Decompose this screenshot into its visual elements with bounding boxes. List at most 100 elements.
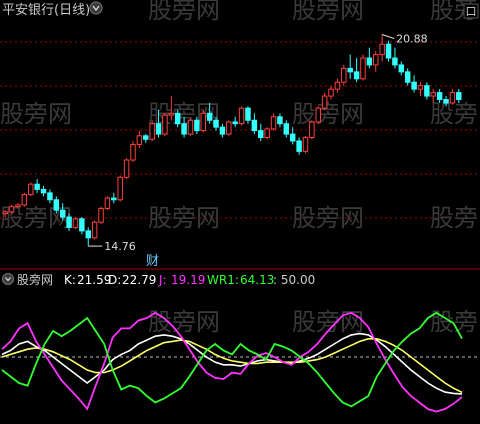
candle-body bbox=[373, 54, 379, 66]
candle[interactable] bbox=[143, 134, 149, 143]
candle-body bbox=[245, 107, 251, 121]
candle[interactable] bbox=[72, 217, 79, 230]
indicator-lines[interactable] bbox=[1, 311, 463, 413]
candle[interactable] bbox=[226, 120, 232, 136]
candle[interactable] bbox=[328, 85, 334, 100]
candle-body bbox=[194, 119, 200, 132]
candle[interactable] bbox=[392, 47, 398, 69]
high-price-label: 20.88 bbox=[396, 33, 428, 46]
indicator-panel[interactable]: 股旁网股旁网股旁网 股旁网 K: 21.59 D: 22.79 J: 19.19… bbox=[0, 272, 480, 413]
candle[interactable] bbox=[353, 58, 360, 83]
candle-body bbox=[341, 67, 347, 83]
candle[interactable] bbox=[283, 120, 290, 138]
collapse-button[interactable] bbox=[89, 1, 103, 15]
candle[interactable] bbox=[334, 78, 341, 93]
candle[interactable] bbox=[360, 54, 366, 81]
candle-body bbox=[66, 216, 72, 228]
candle[interactable] bbox=[379, 34, 385, 62]
candle[interactable] bbox=[404, 68, 411, 86]
candle[interactable] bbox=[277, 113, 283, 128]
candle-body bbox=[168, 112, 175, 116]
candle[interactable] bbox=[449, 89, 456, 105]
candle[interactable] bbox=[34, 179, 40, 193]
watermark-text: 股旁网 bbox=[148, 308, 220, 336]
candle-body bbox=[424, 85, 430, 97]
candle-body bbox=[232, 121, 238, 125]
candle[interactable] bbox=[417, 82, 424, 97]
candle[interactable] bbox=[245, 106, 251, 124]
candle[interactable] bbox=[21, 192, 28, 207]
candle-body bbox=[187, 119, 194, 135]
candle[interactable] bbox=[187, 118, 194, 136]
candle[interactable] bbox=[270, 113, 277, 131]
candle[interactable] bbox=[149, 120, 155, 141]
candle[interactable] bbox=[200, 109, 206, 133]
candle-body bbox=[40, 188, 47, 194]
price-panel[interactable]: 股旁网股旁网股旁网股旁网股旁网股旁网股旁网股旁网股旁网股旁网股旁网 20.881… bbox=[0, 0, 480, 269]
candle[interactable] bbox=[341, 64, 347, 86]
candle[interactable] bbox=[130, 141, 136, 162]
watermark-text: 股旁网 bbox=[292, 0, 364, 24]
candle[interactable] bbox=[258, 123, 264, 141]
candle[interactable] bbox=[398, 61, 405, 76]
candle-body bbox=[219, 126, 226, 135]
candle[interactable] bbox=[321, 92, 328, 110]
candle-body bbox=[181, 123, 187, 135]
high-pointer bbox=[381, 34, 395, 39]
candle[interactable] bbox=[424, 82, 430, 100]
candle-body bbox=[28, 183, 34, 196]
candle-body bbox=[8, 206, 15, 213]
candle[interactable] bbox=[28, 182, 34, 197]
candle-body bbox=[226, 121, 232, 135]
candle[interactable] bbox=[238, 106, 245, 126]
candle[interactable] bbox=[79, 217, 85, 235]
candle[interactable] bbox=[98, 206, 104, 224]
window-toggle-button[interactable]: 口 bbox=[463, 3, 479, 19]
candle[interactable] bbox=[111, 192, 117, 204]
candle-body bbox=[59, 209, 66, 218]
candle[interactable] bbox=[136, 130, 143, 148]
candle[interactable] bbox=[347, 54, 353, 79]
candle[interactable] bbox=[373, 51, 379, 72]
candle[interactable] bbox=[264, 127, 270, 140]
candle[interactable] bbox=[40, 185, 47, 197]
candle-body bbox=[334, 81, 341, 90]
candle-body bbox=[15, 204, 21, 208]
candle-body bbox=[398, 64, 405, 73]
k-label: K: bbox=[64, 273, 76, 287]
candle[interactable] bbox=[232, 116, 238, 128]
fundamental-marker[interactable]: 财 bbox=[146, 254, 159, 269]
candle[interactable] bbox=[315, 106, 321, 124]
candle[interactable] bbox=[123, 158, 130, 180]
indicator-menu-button[interactable] bbox=[2, 273, 14, 285]
indicator-line-j[interactable] bbox=[1, 311, 463, 413]
candle[interactable] bbox=[309, 120, 315, 140]
indicator-header: 股旁网 K: 21.59 D: 22.79 J: 19.19 WR1: 64.1… bbox=[2, 272, 315, 287]
candle[interactable] bbox=[91, 220, 98, 240]
k-value: 21.59 bbox=[77, 273, 111, 287]
candle[interactable] bbox=[117, 175, 123, 202]
candle[interactable] bbox=[219, 123, 226, 138]
candle-body bbox=[449, 92, 456, 104]
candle[interactable] bbox=[385, 40, 392, 62]
candle-body bbox=[315, 107, 321, 123]
candle[interactable] bbox=[411, 75, 417, 93]
candle[interactable] bbox=[8, 204, 15, 214]
candle-body bbox=[53, 199, 60, 211]
indicator-line-k[interactable] bbox=[1, 332, 463, 395]
candle-body bbox=[353, 71, 360, 80]
candle[interactable] bbox=[302, 135, 309, 154]
candle[interactable] bbox=[251, 113, 258, 135]
candle[interactable] bbox=[296, 137, 302, 155]
candle-body bbox=[91, 221, 98, 239]
candle[interactable] bbox=[104, 196, 111, 211]
candle[interactable] bbox=[85, 227, 91, 247]
candle-body bbox=[162, 114, 168, 135]
candle-body bbox=[258, 130, 264, 139]
watermark-text: 股旁网 bbox=[430, 204, 480, 232]
candle-body bbox=[104, 197, 111, 209]
candle-body bbox=[251, 119, 258, 132]
candle[interactable] bbox=[162, 113, 168, 136]
candle[interactable] bbox=[366, 47, 373, 69]
candle[interactable] bbox=[47, 189, 53, 204]
